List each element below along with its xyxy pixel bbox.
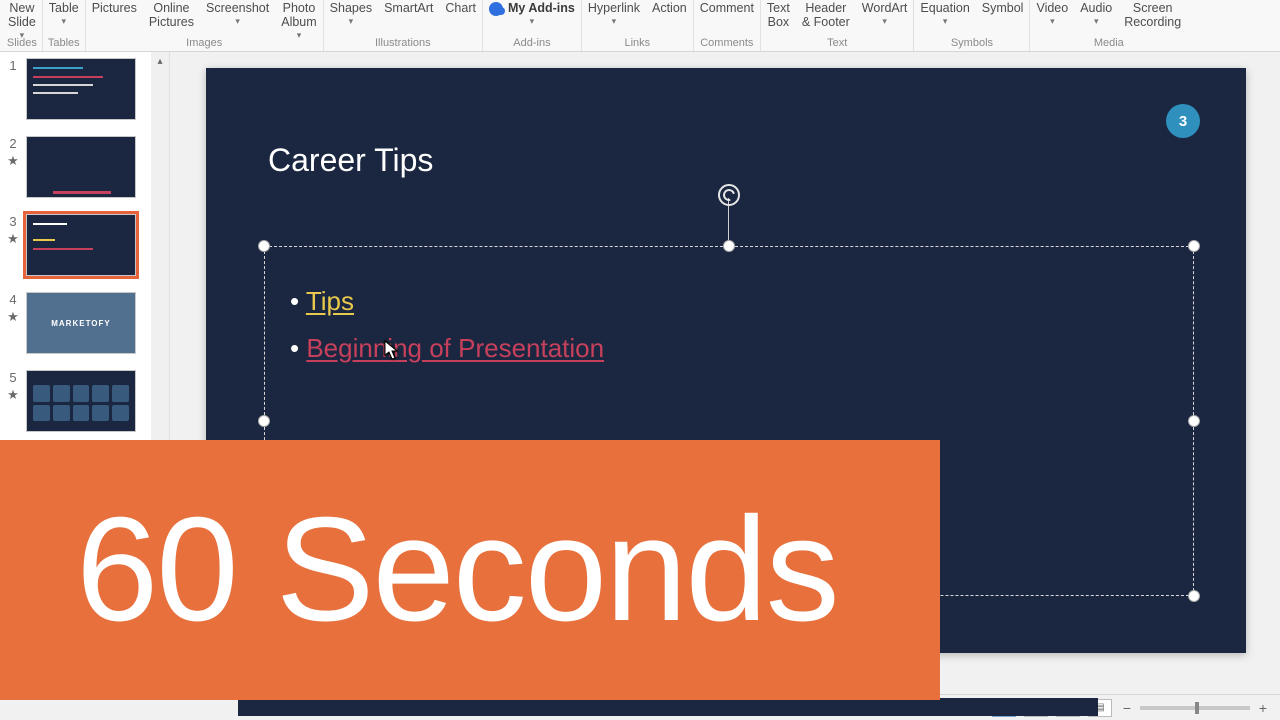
ribbon-new-button[interactable]: NewSlide▾	[4, 2, 40, 40]
ribbon-screenshot-button[interactable]: Screenshot▾	[202, 2, 273, 27]
ribbon-group-text: TextBoxHeader& FooterWordArt▾ Text	[761, 0, 915, 51]
ribbon-group-label: Illustrations	[375, 38, 431, 49]
ribbon: NewSlide▾SlidesTable▾TablesPicturesOnlin…	[0, 0, 1280, 52]
ribbon-video-button[interactable]: Video▾	[1032, 2, 1072, 27]
ribbon-group-label: Add-ins	[513, 38, 550, 49]
ribbon-group-comments: Comment Comments	[694, 0, 761, 51]
ribbon-group-symbols: Equation▾ Symbol Symbols	[914, 0, 1030, 51]
ribbon-group-images: Pictures OnlinePicturesScreenshot▾PhotoAl…	[86, 0, 324, 51]
slide-thumbnail[interactable]	[26, 370, 136, 432]
zoom-slider[interactable]	[1140, 706, 1250, 710]
resize-handle[interactable]	[258, 240, 270, 252]
thumbnail-number: 1	[9, 58, 16, 73]
ribbon-group-slides: NewSlide▾Slides	[2, 0, 43, 51]
scroll-up-icon[interactable]: ▴	[151, 52, 169, 70]
ribbon-chart-button[interactable]: Chart	[441, 2, 480, 16]
animation-star-icon: ★	[7, 232, 19, 245]
notes-strip	[238, 698, 1098, 716]
resize-handle[interactable]	[1188, 240, 1200, 252]
slide-thumbnail[interactable]	[26, 214, 136, 276]
ribbon-text-button[interactable]: TextBox	[763, 2, 794, 30]
thumbnail-row[interactable]: 3★	[6, 214, 169, 276]
slide-thumbnail[interactable]	[26, 136, 136, 198]
animation-star-icon: ★	[7, 388, 19, 401]
resize-handle[interactable]	[1188, 415, 1200, 427]
ribbon-group-label: Images	[186, 38, 222, 49]
rotate-handle-icon[interactable]	[718, 184, 740, 206]
ribbon-my-add-ins-button[interactable]: My Add-ins▾	[485, 2, 579, 27]
zoom-in-button[interactable]: +	[1256, 700, 1270, 716]
ribbon-group-links: Hyperlink▾ Action Links	[582, 0, 694, 51]
ribbon-photo-button[interactable]: PhotoAlbum▾	[277, 2, 320, 40]
thumbnail-number: 4	[9, 292, 16, 307]
ribbon-group-add-ins: My Add-ins▾ Add-ins	[483, 0, 582, 51]
ribbon-screen-button[interactable]: ScreenRecording	[1120, 2, 1185, 30]
ribbon-hyperlink-button[interactable]: Hyperlink▾	[584, 2, 644, 27]
ribbon-comment-button[interactable]: Comment	[696, 2, 758, 16]
ribbon-audio-button[interactable]: Audio▾	[1076, 2, 1116, 27]
thumbnail-row[interactable]: 4 ★ MARKETOFY	[6, 292, 169, 354]
slide-thumbnail[interactable]: MARKETOFY	[26, 292, 136, 354]
ribbon-group-label: Links	[624, 38, 650, 49]
ribbon-group-label: Media	[1094, 38, 1124, 49]
hyperlink-beginning[interactable]: Beginning of Presentation	[306, 333, 604, 363]
animation-star-icon: ★	[7, 310, 19, 323]
thumbnail-row[interactable]: 5★	[6, 370, 169, 432]
resize-handle[interactable]	[723, 240, 735, 252]
thumbnail-number: 3	[9, 214, 16, 229]
animation-star-icon: ★	[7, 154, 19, 167]
slide-number-badge: 3	[1166, 104, 1200, 138]
ribbon-group-label: Tables	[48, 38, 80, 49]
ribbon-shapes-button[interactable]: Shapes▾	[326, 2, 376, 27]
ribbon-group-label: Symbols	[951, 38, 993, 49]
ribbon-table-button[interactable]: Table▾	[45, 2, 83, 27]
ribbon-group-tables: Table▾ Tables	[43, 0, 86, 51]
slide-thumbnail[interactable]	[26, 58, 136, 120]
ribbon-group-label: Comments	[700, 38, 753, 49]
ribbon-group-label: Slides	[7, 38, 37, 49]
ribbon-online-button[interactable]: OnlinePictures	[145, 2, 198, 30]
sixty-seconds-banner: 60 Seconds	[0, 440, 940, 700]
ribbon-action-button[interactable]: Action	[648, 2, 691, 16]
hyperlink-tips[interactable]: Tips	[306, 286, 354, 316]
ribbon-group-label: Text	[827, 38, 847, 49]
thumbnail-row[interactable]: 1	[6, 58, 169, 120]
ribbon-header-button[interactable]: Header& Footer	[798, 2, 854, 30]
ribbon-group-media: Video▾Audio▾ScreenRecording Media	[1030, 0, 1187, 51]
thumbnail-number: 2	[9, 136, 16, 151]
ribbon-wordart-button[interactable]: WordArt▾	[858, 2, 912, 27]
slide-title[interactable]: Career Tips	[268, 142, 433, 179]
thumbnail-number: 5	[9, 370, 16, 385]
zoom-out-button[interactable]: −	[1120, 700, 1134, 716]
ribbon-equation-button[interactable]: Equation▾	[916, 2, 973, 27]
resize-handle[interactable]	[1188, 590, 1200, 602]
ribbon-pictures-button[interactable]: Pictures	[88, 2, 141, 16]
ribbon-symbol-button[interactable]: Symbol	[978, 2, 1028, 16]
zoom-control[interactable]: − +	[1120, 700, 1270, 716]
ribbon-group-illustrations: Shapes▾ SmartArt Chart Illustrations	[324, 0, 483, 51]
bullet-list[interactable]: Tips Beginning of Presentation	[290, 278, 1168, 372]
ribbon-smartart-button[interactable]: SmartArt	[380, 2, 437, 16]
thumbnail-row[interactable]: 2★	[6, 136, 169, 198]
resize-handle[interactable]	[258, 415, 270, 427]
